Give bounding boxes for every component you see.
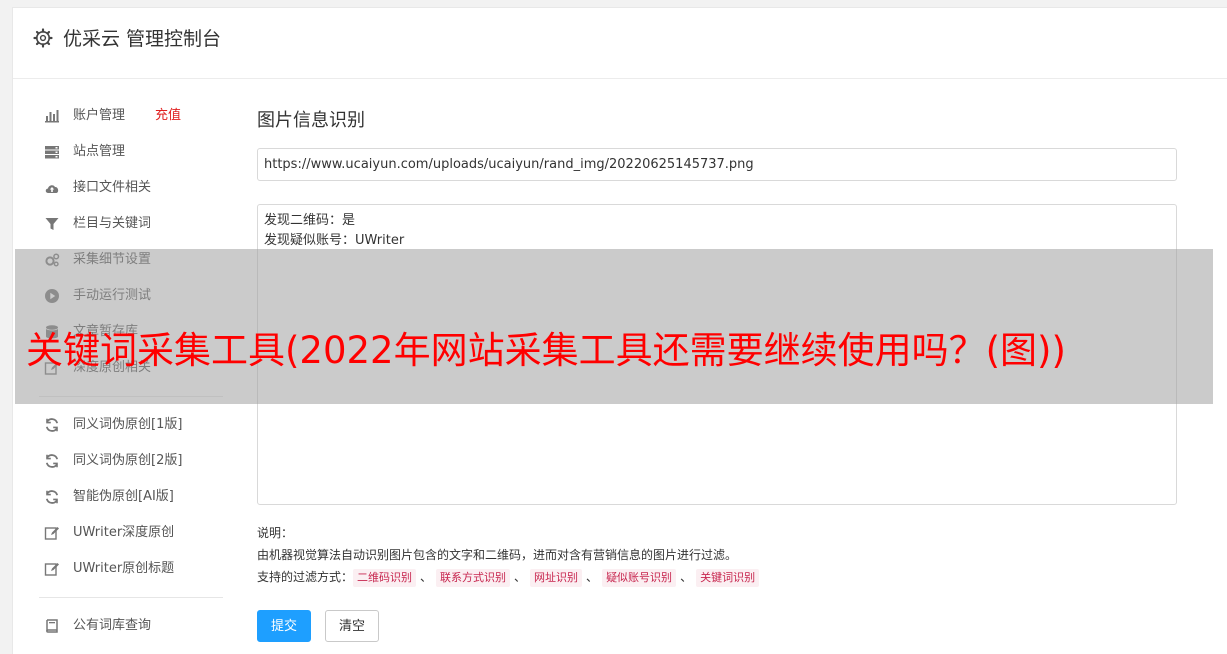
separator: 、 bbox=[586, 570, 599, 584]
sidebar-item-label: 公有词库查询 bbox=[73, 618, 152, 633]
page-header: 优采云 管理控制台 bbox=[13, 8, 1227, 79]
sidebar-item[interactable]: 接口文件相关 bbox=[31, 170, 225, 206]
overlay-title: 关键词采集工具(2022年网站采集工具还需要继续使用吗？(图)) bbox=[26, 329, 1066, 372]
bar-chart-icon bbox=[45, 110, 59, 123]
clear-button[interactable]: 清空 bbox=[325, 610, 380, 642]
sidebar-item[interactable]: UWriter深度原创 bbox=[31, 515, 225, 551]
refresh-icon bbox=[45, 490, 59, 504]
separator: 、 bbox=[680, 570, 693, 584]
result-line: 发现疑似账号：UWriter bbox=[264, 233, 405, 248]
method-tag: 关键词识别 bbox=[696, 569, 760, 587]
cloud-upload-icon bbox=[45, 185, 59, 193]
book-icon bbox=[46, 619, 58, 633]
edit-icon bbox=[44, 527, 59, 540]
sidebar-item[interactable]: 同义词伪原创[2版] bbox=[31, 443, 225, 479]
recharge-link[interactable]: 充值 bbox=[155, 98, 181, 134]
refresh-icon bbox=[45, 454, 59, 468]
method-tag: 联系方式识别 bbox=[436, 569, 511, 587]
sidebar-item[interactable]: 站点管理 bbox=[31, 134, 225, 170]
sidebar-item[interactable]: 公有词库查询 bbox=[31, 608, 225, 644]
sidebar-item-label: 同义词伪原创[2版] bbox=[73, 453, 183, 468]
sidebar-item[interactable]: 栏目与关键词 bbox=[31, 206, 225, 242]
method-tag: 疑似账号识别 bbox=[602, 569, 677, 587]
refresh-icon bbox=[45, 418, 59, 432]
sidebar-item[interactable]: 智能伪原创[AI版] bbox=[31, 479, 225, 515]
submit-button[interactable]: 提交 bbox=[257, 610, 312, 642]
sidebar-item[interactable]: UWriter原创标题 bbox=[31, 551, 225, 587]
server-icon bbox=[45, 146, 59, 159]
filter-methods: 支持的过滤方式： 二维码识别、联系方式识别、网址识别、疑似账号识别、关键词识别 bbox=[257, 566, 760, 588]
result-line: 发现二维码：是 bbox=[264, 213, 356, 228]
page-title: 优采云 管理控制台 bbox=[63, 28, 222, 50]
method-tag: 二维码识别 bbox=[353, 569, 417, 587]
note-label: 说明： bbox=[257, 526, 294, 540]
sidebar-item-label: UWriter原创标题 bbox=[73, 561, 175, 576]
sidebar-item-label: 同义词伪原创[1版] bbox=[73, 417, 183, 432]
sidebar-item-label: 接口文件相关 bbox=[73, 180, 152, 195]
gear-icon bbox=[33, 28, 53, 48]
sidebar-item-label: UWriter深度原创 bbox=[73, 525, 175, 540]
sidebar-item[interactable]: 同义词伪原创[1版] bbox=[31, 407, 225, 443]
section-heading: 图片信息识别 bbox=[257, 110, 365, 131]
edit-icon bbox=[44, 563, 59, 576]
sidebar-item-label: 站点管理 bbox=[73, 144, 126, 159]
sidebar-divider bbox=[39, 597, 223, 598]
help-note: 说明： 由机器视觉算法自动识别图片包含的文字和二维码，进而对含有营销信息的图片进… bbox=[257, 522, 760, 588]
image-url-input[interactable] bbox=[257, 148, 1177, 181]
methods-label: 支持的过滤方式： bbox=[257, 570, 354, 584]
sidebar-item-label: 智能伪原创[AI版] bbox=[73, 489, 174, 504]
sidebar-item-label: 栏目与关键词 bbox=[73, 216, 152, 231]
separator: 、 bbox=[514, 570, 527, 584]
overlay-banner bbox=[15, 249, 1213, 404]
sidebar-item[interactable]: 账户管理 充值 bbox=[31, 98, 225, 134]
note-description: 由机器视觉算法自动识别图片包含的文字和二维码，进而对含有营销信息的图片进行过滤。 bbox=[257, 548, 738, 562]
method-tag: 网址识别 bbox=[530, 569, 583, 587]
filter-icon bbox=[45, 218, 59, 230]
sidebar-item-label: 账户管理 bbox=[73, 108, 126, 123]
separator: 、 bbox=[420, 570, 433, 584]
